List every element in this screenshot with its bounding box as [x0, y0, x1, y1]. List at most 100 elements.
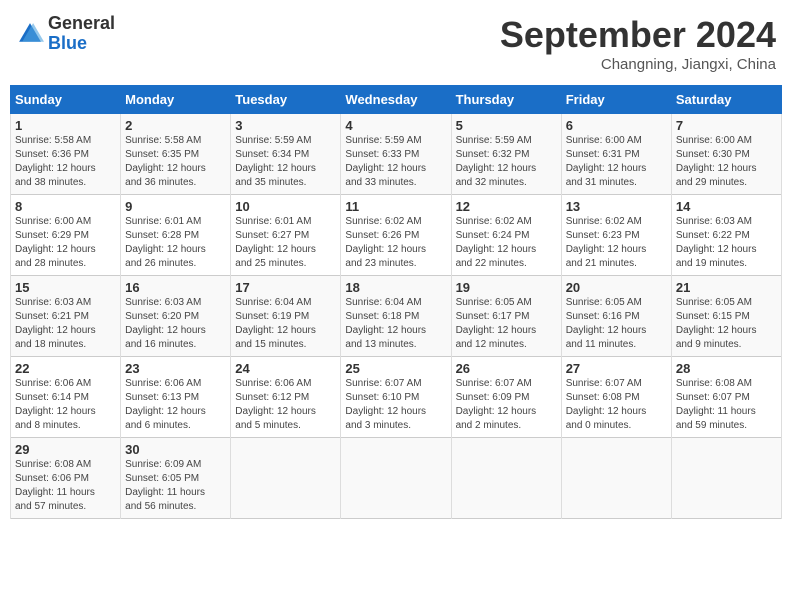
- day-info: Sunrise: 6:04 AM Sunset: 6:19 PM Dayligh…: [235, 296, 336, 352]
- day-number: 13: [566, 199, 667, 214]
- day-info: Sunrise: 6:04 AM Sunset: 6:18 PM Dayligh…: [345, 296, 446, 352]
- day-info: Sunrise: 6:07 AM Sunset: 6:10 PM Dayligh…: [345, 377, 446, 433]
- col-sunday: Sunday: [11, 86, 121, 114]
- day-info: Sunrise: 5:58 AM Sunset: 6:35 PM Dayligh…: [125, 134, 226, 190]
- day-number: 16: [125, 280, 226, 295]
- day-info: Sunrise: 5:59 AM Sunset: 6:34 PM Dayligh…: [235, 134, 336, 190]
- day-number: 6: [566, 118, 667, 133]
- table-row: 2Sunrise: 5:58 AM Sunset: 6:35 PM Daylig…: [121, 114, 231, 195]
- col-monday: Monday: [121, 86, 231, 114]
- logo-blue: Blue: [48, 34, 115, 54]
- day-number: 11: [345, 199, 446, 214]
- day-info: Sunrise: 6:06 AM Sunset: 6:14 PM Dayligh…: [15, 377, 116, 433]
- day-number: 14: [676, 199, 777, 214]
- table-row: 10Sunrise: 6:01 AM Sunset: 6:27 PM Dayli…: [231, 195, 341, 276]
- table-row: 25Sunrise: 6:07 AM Sunset: 6:10 PM Dayli…: [341, 357, 451, 438]
- table-row: 13Sunrise: 6:02 AM Sunset: 6:23 PM Dayli…: [561, 195, 671, 276]
- col-friday: Friday: [561, 86, 671, 114]
- table-row: 30Sunrise: 6:09 AM Sunset: 6:05 PM Dayli…: [121, 438, 231, 519]
- day-info: Sunrise: 5:59 AM Sunset: 6:33 PM Dayligh…: [345, 134, 446, 190]
- table-row: 17Sunrise: 6:04 AM Sunset: 6:19 PM Dayli…: [231, 276, 341, 357]
- calendar-table: Sunday Monday Tuesday Wednesday Thursday…: [10, 85, 782, 519]
- day-number: 24: [235, 361, 336, 376]
- location: Changning, Jiangxi, China: [500, 56, 776, 73]
- day-number: 1: [15, 118, 116, 133]
- day-info: Sunrise: 5:59 AM Sunset: 6:32 PM Dayligh…: [456, 134, 557, 190]
- table-row: 23Sunrise: 6:06 AM Sunset: 6:13 PM Dayli…: [121, 357, 231, 438]
- day-info: Sunrise: 6:00 AM Sunset: 6:31 PM Dayligh…: [566, 134, 667, 190]
- table-row: 4Sunrise: 5:59 AM Sunset: 6:33 PM Daylig…: [341, 114, 451, 195]
- day-info: Sunrise: 6:01 AM Sunset: 6:28 PM Dayligh…: [125, 215, 226, 271]
- day-number: 7: [676, 118, 777, 133]
- table-row: 16Sunrise: 6:03 AM Sunset: 6:20 PM Dayli…: [121, 276, 231, 357]
- day-number: 3: [235, 118, 336, 133]
- day-number: 8: [15, 199, 116, 214]
- table-row: 15Sunrise: 6:03 AM Sunset: 6:21 PM Dayli…: [11, 276, 121, 357]
- table-row: 24Sunrise: 6:06 AM Sunset: 6:12 PM Dayli…: [231, 357, 341, 438]
- day-info: Sunrise: 6:05 AM Sunset: 6:15 PM Dayligh…: [676, 296, 777, 352]
- day-info: Sunrise: 6:05 AM Sunset: 6:16 PM Dayligh…: [566, 296, 667, 352]
- day-info: Sunrise: 6:05 AM Sunset: 6:17 PM Dayligh…: [456, 296, 557, 352]
- calendar-week-row: 29Sunrise: 6:08 AM Sunset: 6:06 PM Dayli…: [11, 438, 782, 519]
- day-info: Sunrise: 6:02 AM Sunset: 6:26 PM Dayligh…: [345, 215, 446, 271]
- day-number: 9: [125, 199, 226, 214]
- day-info: Sunrise: 6:07 AM Sunset: 6:09 PM Dayligh…: [456, 377, 557, 433]
- day-info: Sunrise: 6:00 AM Sunset: 6:29 PM Dayligh…: [15, 215, 116, 271]
- day-number: 12: [456, 199, 557, 214]
- table-row: 11Sunrise: 6:02 AM Sunset: 6:26 PM Dayli…: [341, 195, 451, 276]
- table-row: 14Sunrise: 6:03 AM Sunset: 6:22 PM Dayli…: [671, 195, 781, 276]
- day-info: Sunrise: 6:00 AM Sunset: 6:30 PM Dayligh…: [676, 134, 777, 190]
- day-number: 10: [235, 199, 336, 214]
- day-number: 17: [235, 280, 336, 295]
- day-number: 25: [345, 361, 446, 376]
- table-row: [231, 438, 341, 519]
- calendar-week-row: 22Sunrise: 6:06 AM Sunset: 6:14 PM Dayli…: [11, 357, 782, 438]
- day-info: Sunrise: 6:03 AM Sunset: 6:20 PM Dayligh…: [125, 296, 226, 352]
- day-number: 30: [125, 442, 226, 457]
- calendar-week-row: 1Sunrise: 5:58 AM Sunset: 6:36 PM Daylig…: [11, 114, 782, 195]
- day-number: 29: [15, 442, 116, 457]
- day-number: 2: [125, 118, 226, 133]
- table-row: 6Sunrise: 6:00 AM Sunset: 6:31 PM Daylig…: [561, 114, 671, 195]
- day-number: 23: [125, 361, 226, 376]
- table-row: 29Sunrise: 6:08 AM Sunset: 6:06 PM Dayli…: [11, 438, 121, 519]
- day-info: Sunrise: 6:01 AM Sunset: 6:27 PM Dayligh…: [235, 215, 336, 271]
- table-row: 3Sunrise: 5:59 AM Sunset: 6:34 PM Daylig…: [231, 114, 341, 195]
- title-block: September 2024 Changning, Jiangxi, China: [500, 14, 776, 73]
- table-row: 27Sunrise: 6:07 AM Sunset: 6:08 PM Dayli…: [561, 357, 671, 438]
- month-title: September 2024: [500, 14, 776, 56]
- table-row: 19Sunrise: 6:05 AM Sunset: 6:17 PM Dayli…: [451, 276, 561, 357]
- day-info: Sunrise: 5:58 AM Sunset: 6:36 PM Dayligh…: [15, 134, 116, 190]
- table-row: 22Sunrise: 6:06 AM Sunset: 6:14 PM Dayli…: [11, 357, 121, 438]
- table-row: [671, 438, 781, 519]
- table-row: 7Sunrise: 6:00 AM Sunset: 6:30 PM Daylig…: [671, 114, 781, 195]
- day-info: Sunrise: 6:08 AM Sunset: 6:06 PM Dayligh…: [15, 458, 116, 514]
- day-info: Sunrise: 6:02 AM Sunset: 6:24 PM Dayligh…: [456, 215, 557, 271]
- table-row: 12Sunrise: 6:02 AM Sunset: 6:24 PM Dayli…: [451, 195, 561, 276]
- day-number: 28: [676, 361, 777, 376]
- table-row: 28Sunrise: 6:08 AM Sunset: 6:07 PM Dayli…: [671, 357, 781, 438]
- calendar-week-row: 15Sunrise: 6:03 AM Sunset: 6:21 PM Dayli…: [11, 276, 782, 357]
- page-header: General Blue September 2024 Changning, J…: [10, 10, 782, 77]
- logo-general: General: [48, 14, 115, 34]
- day-info: Sunrise: 6:09 AM Sunset: 6:05 PM Dayligh…: [125, 458, 226, 514]
- table-row: 1Sunrise: 5:58 AM Sunset: 6:36 PM Daylig…: [11, 114, 121, 195]
- day-number: 26: [456, 361, 557, 376]
- day-number: 22: [15, 361, 116, 376]
- table-row: [451, 438, 561, 519]
- day-info: Sunrise: 6:08 AM Sunset: 6:07 PM Dayligh…: [676, 377, 777, 433]
- day-info: Sunrise: 6:03 AM Sunset: 6:21 PM Dayligh…: [15, 296, 116, 352]
- col-saturday: Saturday: [671, 86, 781, 114]
- table-row: 5Sunrise: 5:59 AM Sunset: 6:32 PM Daylig…: [451, 114, 561, 195]
- calendar-header-row: Sunday Monday Tuesday Wednesday Thursday…: [11, 86, 782, 114]
- table-row: 18Sunrise: 6:04 AM Sunset: 6:18 PM Dayli…: [341, 276, 451, 357]
- logo-icon: [16, 20, 44, 48]
- table-row: 21Sunrise: 6:05 AM Sunset: 6:15 PM Dayli…: [671, 276, 781, 357]
- col-tuesday: Tuesday: [231, 86, 341, 114]
- day-number: 15: [15, 280, 116, 295]
- day-number: 18: [345, 280, 446, 295]
- day-number: 4: [345, 118, 446, 133]
- day-number: 21: [676, 280, 777, 295]
- logo-text: General Blue: [48, 14, 115, 54]
- calendar-week-row: 8Sunrise: 6:00 AM Sunset: 6:29 PM Daylig…: [11, 195, 782, 276]
